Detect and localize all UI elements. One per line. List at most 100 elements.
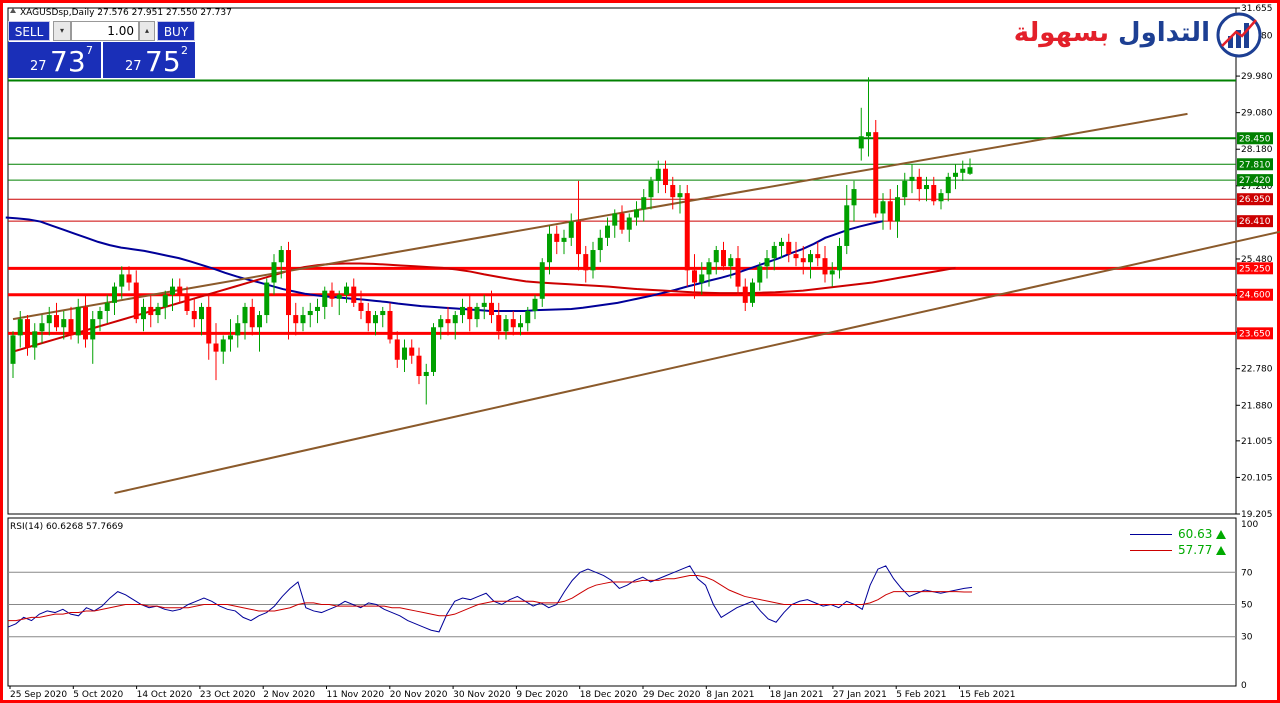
candle-body (249, 306, 255, 328)
candle-body (61, 319, 67, 328)
candle-body (634, 209, 639, 218)
level-price-label: 27.420 (1239, 176, 1271, 186)
y-tick-label: 21.880 (1241, 401, 1273, 411)
rsi-y-tick-label: 70 (1241, 568, 1253, 578)
candle-body (873, 132, 879, 214)
candle-body (503, 319, 509, 332)
sell-price-prefix: 27 (30, 59, 47, 74)
candle-body (322, 290, 328, 307)
level-price-label: 26.950 (1239, 195, 1271, 205)
candle-body (184, 294, 190, 311)
buy-price-main: 75 (145, 45, 181, 78)
candle-body (692, 270, 697, 283)
rsi-series-line (7, 565, 973, 633)
candle-body (619, 213, 625, 230)
candle-body (916, 176, 922, 190)
level-price-label: 23.650 (1239, 329, 1271, 339)
one-click-trading-panel: SELL ▾ 1.00 ▴ BUY 27 73 7 27 75 2 (8, 21, 195, 78)
candle-body (235, 323, 241, 336)
candle-body (742, 286, 748, 303)
candle-body (170, 286, 175, 295)
candle-body (496, 315, 502, 332)
candle-body (808, 254, 813, 263)
candle-body (822, 258, 828, 275)
level-price-label: 25.250 (1239, 264, 1271, 274)
candle-body (155, 306, 161, 316)
candle-body (597, 237, 603, 251)
candle-body (351, 286, 357, 303)
candle-body (829, 270, 835, 275)
candle-body (126, 274, 132, 283)
candle-body (380, 310, 386, 316)
buy-price-prefix: 27 (125, 59, 142, 74)
rsi-y-tick-label: 30 (1241, 633, 1253, 643)
candle-body (25, 319, 30, 348)
candle-body (119, 274, 125, 287)
candle-body (39, 323, 45, 332)
candle-body (97, 310, 103, 320)
candle-body (793, 254, 799, 259)
sell-price-main: 73 (50, 45, 86, 78)
buy-price-sup: 2 (181, 44, 188, 57)
candle-body (75, 306, 81, 336)
candle-body (220, 339, 226, 352)
candle-body (10, 335, 16, 364)
candle-body (532, 298, 538, 311)
candle-body (945, 176, 951, 194)
candle-body (786, 241, 792, 255)
candle-body (851, 189, 857, 206)
y-tick-label: 28.180 (1241, 145, 1273, 155)
candle-body (837, 245, 842, 271)
candle-body (177, 286, 183, 295)
buy-price[interactable]: 27 75 2 (103, 42, 195, 78)
candle-body (54, 315, 59, 328)
candle-body (141, 306, 146, 320)
candle-body (510, 319, 516, 328)
x-tick-label: 5 Feb 2021 (896, 690, 946, 700)
candle-body (670, 184, 676, 198)
sell-button[interactable]: SELL (8, 21, 50, 41)
candle-body (909, 176, 915, 181)
candle-body (880, 201, 886, 214)
y-tick-label: 21.005 (1241, 437, 1273, 447)
candle-body (590, 250, 596, 271)
legend-swatch (1130, 550, 1172, 551)
candle-body (858, 136, 864, 149)
candle-body (286, 250, 291, 316)
lot-decrease-icon[interactable]: ▾ (53, 21, 71, 41)
candle-body (641, 197, 647, 210)
candle-body (779, 241, 784, 246)
chart-canvas[interactable]: 31.65530.98029.98029.08028.18027.28025.4… (0, 0, 1280, 703)
candle-body (568, 221, 574, 238)
candle-body (677, 193, 683, 198)
candle-body (32, 331, 38, 348)
level-price-label: 26.410 (1239, 217, 1271, 227)
candle-body (800, 258, 806, 263)
lot-increase-icon[interactable]: ▴ (139, 21, 155, 41)
collapse-arrow-icon[interactable] (10, 8, 16, 13)
candle-body (271, 262, 277, 283)
legend-value-rsi: 60.63 (1178, 527, 1213, 541)
candle-body (648, 180, 654, 198)
candle-body (83, 306, 88, 340)
x-tick-label: 23 Oct 2020 (200, 690, 256, 700)
candle-body (315, 306, 320, 311)
lot-size-input[interactable]: 1.00 (71, 21, 139, 41)
candle-body (699, 274, 705, 283)
candle-body (967, 167, 973, 174)
sell-price[interactable]: 27 73 7 (8, 42, 101, 78)
candle-body (104, 302, 110, 311)
trend-channel-line (12, 112, 1188, 321)
candle-body (547, 233, 552, 263)
candle-body (655, 168, 661, 181)
level-price-label: 28.450 (1239, 134, 1271, 144)
candle-body (612, 213, 618, 226)
candle-body (242, 306, 248, 324)
x-tick-label: 29 Dec 2020 (643, 690, 701, 700)
buy-button[interactable]: BUY (157, 21, 195, 41)
candle-body (525, 310, 531, 324)
candle-body (706, 262, 712, 275)
sell-price-sup: 7 (86, 44, 93, 57)
candle-body (329, 290, 335, 299)
brand-logo-text: التداول بسهولة (1014, 18, 1210, 48)
